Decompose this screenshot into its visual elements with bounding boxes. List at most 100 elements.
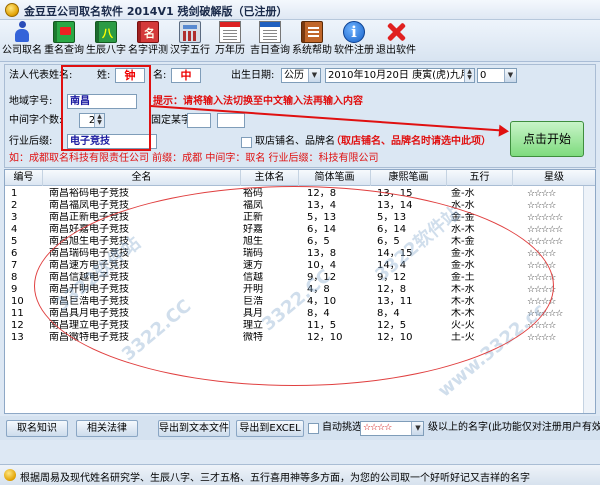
- toolbar-company-naming-button[interactable]: 公司取名: [2, 21, 42, 61]
- calendar-type-value: 公历: [284, 70, 304, 81]
- cell-simplified: 9，12: [307, 272, 337, 283]
- cell-stars: ☆☆☆☆: [527, 297, 556, 307]
- naming-knowledge-button[interactable]: 取名知识: [6, 420, 68, 437]
- table-row[interactable]: 4 南昌好嘉电子竞技 好嘉 6，14 6，14 水-木 ☆☆☆☆☆: [5, 224, 595, 236]
- cell-kangxi: 12，8: [377, 284, 407, 295]
- cell-fullname: 南昌微特电子竞技: [49, 332, 129, 343]
- column-header-main[interactable]: 主体名: [241, 170, 299, 186]
- table-row[interactable]: 5 南昌旭生电子竞技 旭生 6，5 6，5 木-金 ☆☆☆☆☆: [5, 236, 595, 248]
- cell-kangxi: 12，10: [377, 332, 413, 343]
- toolbar-exit-button[interactable]: 退出软件: [376, 21, 416, 61]
- cell-elements: 金-水: [451, 260, 475, 271]
- vertical-scrollbar[interactable]: [583, 186, 595, 413]
- toolbar-label: 生辰八字: [86, 45, 126, 56]
- cell-main: 具月: [243, 308, 263, 319]
- column-header-simplified[interactable]: 简体笔画: [299, 170, 371, 186]
- cell-fullname: 南昌巨浩电子竞技: [49, 296, 129, 307]
- fixed-char-input-2[interactable]: [217, 113, 245, 128]
- cell-simplified: 12，10: [307, 332, 343, 343]
- cell-kangxi: 5，13: [377, 212, 407, 223]
- table-row[interactable]: 3 南昌正新电子竞技 正新 5，13 5，13 金-金 ☆☆☆☆☆: [5, 212, 595, 224]
- cell-kangxi: 9，12: [377, 272, 407, 283]
- cell-fullname: 南昌福凤电子竞技: [49, 200, 129, 211]
- table-row[interactable]: 11 南昌具月电子竞技 具月 8，4 8，4 木-木 ☆☆☆☆☆: [5, 308, 595, 320]
- cell-fullname: 南昌裕码电子竞技: [49, 188, 129, 199]
- export-excel-button[interactable]: 导出到EXCEL: [236, 420, 304, 437]
- name-book-icon: [137, 21, 159, 43]
- star-level-value: ☆☆☆☆: [363, 423, 392, 433]
- birth-date-input[interactable]: 2010年10月20日 庚寅(虎)九月十三 ▲ ▼: [325, 68, 475, 83]
- auto-select-checkbox[interactable]: [308, 423, 319, 434]
- toolbar-label: 软件注册: [334, 45, 374, 56]
- toolbar-label: 吉日查询: [250, 45, 290, 56]
- region-label: 地域字号:: [9, 96, 53, 107]
- toolbar-label: 汉字五行: [170, 45, 210, 56]
- person-icon: [11, 21, 33, 43]
- toolbar-bazi-button[interactable]: 生辰八字: [86, 21, 126, 61]
- cell-main: 信越: [243, 272, 263, 283]
- toolbar-perpetual-calendar-button[interactable]: 万年历: [212, 21, 248, 61]
- app-window: 金豆豆公司取名软件 2014V1 残剑破解版（已注册） 公司取名 重名查询 生辰…: [0, 0, 600, 485]
- toolbar-register-button[interactable]: 软件注册: [334, 21, 374, 61]
- cell-elements: 金-水: [451, 188, 475, 199]
- birth-hour-value: 0: [480, 70, 487, 81]
- table-row[interactable]: 10 南昌巨浩电子竞技 巨浩 4，10 13，11 木-水 ☆☆☆☆: [5, 296, 595, 308]
- toolbar-duplicate-check-button[interactable]: 重名查询: [44, 21, 84, 61]
- related-law-button[interactable]: 相关法律: [76, 420, 138, 437]
- cell-kangxi: 12，5: [377, 320, 407, 331]
- toolbar-five-elements-button[interactable]: 汉字五行: [170, 21, 210, 61]
- green-book-icon: [53, 21, 75, 43]
- column-header-stars[interactable]: 星级: [513, 170, 595, 186]
- column-header-elements[interactable]: 五行: [447, 170, 513, 186]
- cell-main: 理立: [243, 320, 263, 331]
- cell-fullname: 南昌信越电子竞技: [49, 272, 129, 283]
- chevron-down-icon: ▼: [308, 69, 320, 82]
- table-row[interactable]: 7 南昌速方电子竞技 速方 10，4 14，4 金-水 ☆☆☆☆: [5, 260, 595, 272]
- cell-elements: 水-木: [451, 224, 475, 235]
- table-row[interactable]: 6 南昌瑞码电子竞技 瑞码 13，8 14，15 金-水 ☆☆☆☆: [5, 248, 595, 260]
- shop-brand-checkbox[interactable]: [241, 137, 252, 148]
- column-header-kangxi[interactable]: 康熙笔画: [371, 170, 447, 186]
- given-name-input[interactable]: 中: [171, 68, 201, 83]
- cell-stars: ☆☆☆☆☆: [527, 237, 563, 247]
- table-row[interactable]: 1 南昌裕码电子竞技 裕码 12，8 13，15 金-水 ☆☆☆☆: [5, 188, 595, 200]
- cell-elements: 土-火: [451, 332, 475, 343]
- toolbar-name-test-button[interactable]: 名字评测: [128, 21, 168, 61]
- bazi-book-icon: [95, 21, 117, 43]
- fixed-char-input-1[interactable]: [187, 113, 211, 128]
- cell-simplified: 4，10: [307, 296, 337, 307]
- help-book-icon: [301, 21, 323, 43]
- table-row[interactable]: 8 南昌信越电子竞技 信越 9，12 9，12 金-土 ☆☆☆☆: [5, 272, 595, 284]
- cell-no: 6: [11, 248, 18, 259]
- table-row[interactable]: 12 南昌理立电子竞技 理立 11，5 12，5 火-火 ☆☆☆☆: [5, 320, 595, 332]
- table-row[interactable]: 2 南昌福凤电子竞技 福凤 13，4 13，14 水-水 ☆☆☆☆: [5, 200, 595, 212]
- toolbar-auspicious-day-button[interactable]: 吉日查询: [250, 21, 290, 61]
- birth-hour-select[interactable]: 0 ▼: [477, 68, 517, 83]
- export-text-button[interactable]: 导出到文本文件: [158, 420, 230, 437]
- cell-stars: ☆☆☆☆: [527, 273, 556, 283]
- cell-fullname: 南昌瑞码电子竞技: [49, 248, 129, 259]
- table-row[interactable]: 13 南昌微特电子竞技 微特 12，10 12，10 土-火 ☆☆☆☆: [5, 332, 595, 344]
- calendar-blue-icon: [259, 21, 281, 43]
- toolbar-help-button[interactable]: 系统帮助: [292, 21, 332, 61]
- cell-stars: ☆☆☆☆: [527, 285, 556, 295]
- cell-stars: ☆☆☆☆☆: [527, 225, 563, 235]
- cell-fullname: 南昌开明电子竞技: [49, 284, 129, 295]
- cell-fullname: 南昌正新电子竞技: [49, 212, 129, 223]
- cell-stars: ☆☆☆☆☆: [527, 213, 563, 223]
- calendar-type-select[interactable]: 公历 ▼: [281, 68, 321, 83]
- cell-elements: 水-水: [451, 200, 475, 211]
- star-level-select[interactable]: ☆☆☆☆ ▼: [360, 421, 424, 436]
- cell-simplified: 13，4: [307, 200, 337, 211]
- column-header-fullname[interactable]: 全名: [43, 170, 241, 186]
- start-button[interactable]: 点击开始: [510, 121, 584, 157]
- status-logo-icon: [4, 469, 16, 481]
- empty-area: [0, 440, 600, 464]
- cell-kangxi: 8，4: [377, 308, 400, 319]
- cell-simplified: 4，8: [307, 284, 330, 295]
- status-text: 根据周易及现代姓名研究学、生辰八字、三才五格、五行喜用神等多方面，为您的公司取一…: [20, 473, 530, 484]
- auto-select-label: 自动挑选: [322, 422, 362, 433]
- window-title: 金豆豆公司取名软件 2014V1 残剑破解版（已注册）: [24, 5, 288, 18]
- column-header-no[interactable]: 编号: [5, 170, 43, 186]
- table-row[interactable]: 9 南昌开明电子竞技 开明 4，8 12，8 木-水 ☆☆☆☆: [5, 284, 595, 296]
